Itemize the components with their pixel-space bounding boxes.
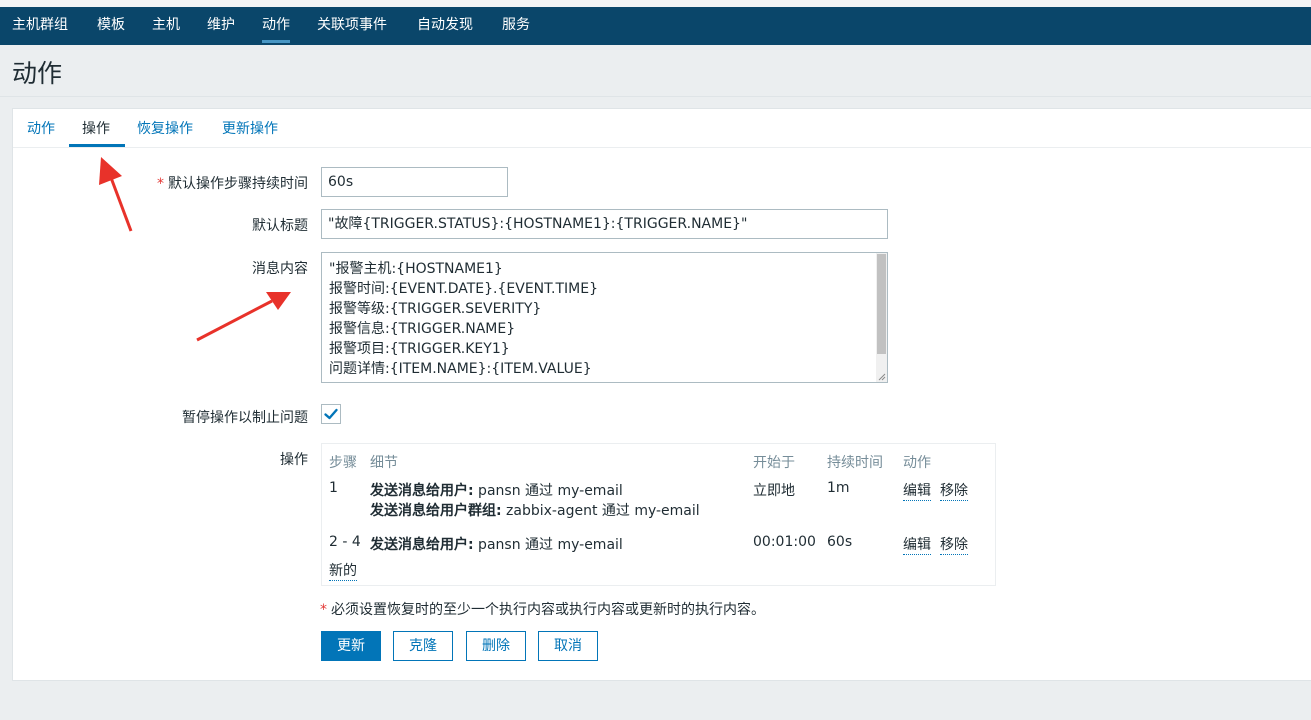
cancel-button[interactable]: 取消	[538, 631, 598, 661]
nav-item-templates[interactable]: 模板	[97, 7, 125, 45]
step-duration-label: * 默认操作步骤持续时间	[157, 176, 308, 192]
row-1-detail-1: 发送消息给用户: pansn 通过 my-email	[370, 483, 623, 499]
col-header-action: 动作	[903, 455, 931, 471]
nav-item-maintenance[interactable]: 维护	[207, 7, 235, 45]
top-strip	[0, 0, 1311, 7]
row-1-start: 立即地	[753, 483, 795, 499]
message-label: 消息内容	[252, 261, 308, 277]
clone-button[interactable]: 克隆	[393, 631, 453, 661]
tab-recovery-operations[interactable]: 恢复操作	[137, 119, 193, 147]
nav-item-correlation[interactable]: 关联项事件	[317, 7, 387, 45]
operations-label: 操作	[280, 452, 308, 468]
tab-action[interactable]: 动作	[27, 119, 55, 147]
new-operation-link[interactable]: 新的	[329, 560, 357, 581]
title-divider	[0, 96, 1311, 97]
row-1-remove-link[interactable]: 移除	[940, 480, 968, 501]
default-subject-input[interactable]: "故障{TRIGGER.STATUS}:{HOSTNAME1}:{TRIGGER…	[321, 209, 888, 239]
row-1-duration: 1m	[827, 480, 850, 496]
row-1-steps: 1	[329, 480, 338, 496]
nav-item-actions[interactable]: 动作	[262, 7, 290, 45]
row-2-steps: 2 - 4	[329, 534, 361, 550]
step-duration-input[interactable]: 60s	[321, 167, 508, 197]
message-text: "报警主机:{HOSTNAME1} 报警时间:{EVENT.DATE}.{EVEN…	[329, 261, 598, 377]
col-header-steps: 步骤	[329, 455, 357, 471]
default-subject-label: 默认标题	[252, 218, 308, 234]
nav-item-services[interactable]: 服务	[502, 7, 530, 45]
row-2-remove-link[interactable]: 移除	[940, 534, 968, 555]
pause-checkbox[interactable]	[321, 404, 341, 424]
delete-button[interactable]: 删除	[466, 631, 526, 661]
tab-update-operations[interactable]: 更新操作	[222, 119, 278, 147]
row-2-edit-link[interactable]: 编辑	[903, 534, 931, 555]
required-mark: *	[157, 176, 164, 192]
tab-operations[interactable]: 操作	[82, 119, 110, 147]
nav-item-discovery[interactable]: 自动发现	[417, 7, 473, 45]
required-note: * 必须设置恢复时的至少一个执行内容或执行内容或更新时的执行内容。	[320, 602, 765, 618]
row-1-detail-2: 发送消息给用户群组: zabbix-agent 通过 my-email	[370, 503, 700, 519]
scrollbar-thumb[interactable]	[877, 254, 886, 354]
update-button[interactable]: 更新	[321, 631, 381, 661]
pause-label: 暂停操作以制止问题	[182, 410, 308, 426]
operations-table: 步骤 细节 开始于 持续时间 动作 1 发送消息给用户: pansn 通过 my…	[321, 443, 996, 586]
textarea-scrollbar[interactable]	[876, 253, 887, 382]
nav-item-host-groups[interactable]: 主机群组	[12, 7, 68, 45]
checkmark-icon	[324, 408, 338, 420]
page-title: 动作	[12, 59, 63, 88]
action-form-card: 动作 操作 恢复操作 更新操作 * 默认操作步骤持续时间 60s 默认标题 "故障…	[12, 108, 1311, 681]
tab-divider	[13, 147, 1311, 148]
nav-item-hosts[interactable]: 主机	[152, 7, 180, 45]
col-header-details: 细节	[370, 455, 398, 471]
col-header-duration: 持续时间	[827, 455, 883, 471]
resize-handle-icon[interactable]	[877, 372, 886, 381]
row-2-start: 00:01:00	[753, 534, 816, 550]
top-navigation: 主机群组 模板 主机 维护 动作 关联项事件 自动发现 服务	[0, 7, 1311, 45]
message-textarea[interactable]: "报警主机:{HOSTNAME1} 报警时间:{EVENT.DATE}.{EVEN…	[321, 252, 888, 383]
row-1-edit-link[interactable]: 编辑	[903, 480, 931, 501]
row-2-duration: 60s	[827, 534, 853, 550]
col-header-start: 开始于	[753, 455, 795, 471]
row-2-detail-1: 发送消息给用户: pansn 通过 my-email	[370, 537, 623, 553]
